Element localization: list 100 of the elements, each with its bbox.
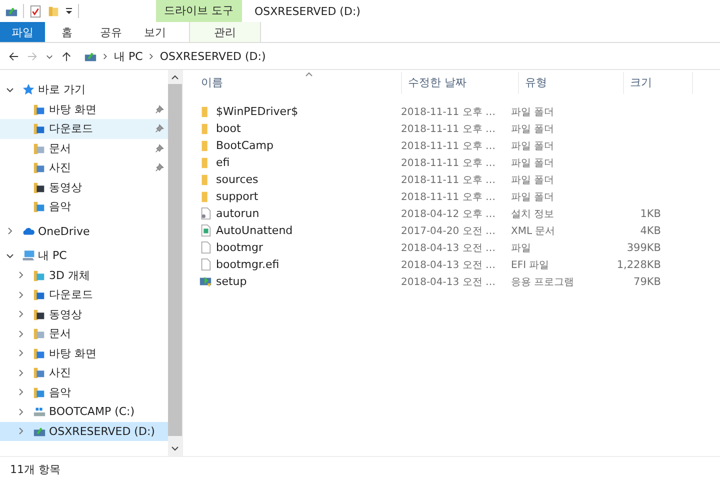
chevron-down-icon[interactable] [46,52,53,60]
scroll-up-icon[interactable] [171,74,179,80]
nav-tree-label: 바탕 화면 [49,346,96,361]
folder-icon [33,327,46,340]
xml-file-icon [199,224,212,237]
file-name[interactable]: BootCamp [216,139,274,152]
file-type: 파일 폴더 [510,174,556,186]
nav-tree-label: 3D 개체 [49,268,90,283]
file-name[interactable]: efi [216,156,230,169]
file-type: 파일 폴더 [510,190,556,204]
file-name[interactable]: support [216,190,258,203]
file-type: 응용 프로그램 [510,276,576,288]
column-header[interactable]: 유형 [519,72,624,94]
nav-tree-item[interactable]: OSXRESERVED (D:) [0,422,168,441]
modified-date: 2018-11-11 오후 … [400,140,496,152]
chevron-right-icon[interactable] [17,388,25,396]
file-name[interactable]: autorun [216,207,260,220]
breadcrumb-item[interactable]: OSXRESERVED (D:) [160,50,266,62]
nav-tree-item[interactable]: 내 PC [0,246,168,266]
chevron-right-icon[interactable] [17,310,25,318]
nav-tree-item[interactable]: 사진 [0,158,168,178]
nav-tree-item[interactable]: BOOTCAMP (C:) [0,402,168,422]
nav-tree-item[interactable]: 다운로드 [0,285,168,304]
file-type: 파일 폴더 [510,122,556,136]
nav-tree-item[interactable]: OneDrive [0,222,168,241]
column-header[interactable]: 수정한 날짜 [402,72,519,94]
folder-icon [33,142,46,155]
nav-tree-item[interactable]: 바탕 화면 [0,100,168,119]
file-name[interactable]: sources [216,173,258,186]
nav-tree-label: 문서 [49,326,71,342]
chevron-right-icon[interactable] [17,290,25,299]
drive-icon [33,405,46,418]
chevron-right-icon[interactable] [17,368,25,377]
nav-tree-item[interactable]: 음악 [0,197,168,216]
nav-tree-item[interactable]: 바탕 화면 [0,344,168,363]
nav-tree-item[interactable]: 바로 가기 [0,80,168,100]
context-group-label: 드라이브 도구 [156,0,242,22]
nav-tree-label: 바로 가기 [38,82,86,98]
file-name[interactable]: bootmgr [216,241,263,254]
column-header[interactable]: 이름 [195,72,402,94]
file-name[interactable]: $WinPEDriver$ [216,105,298,118]
item-count: 11개 항목 [10,462,60,476]
nav-tree-label: 동영상 [49,180,82,195]
chevron-right-icon[interactable] [17,330,25,338]
dropdown-icon[interactable] [65,7,73,15]
modified-date: 2018-11-11 오후 … [400,190,496,204]
nav-tree-item[interactable]: 사진 [0,363,168,382]
file-size: 1KB [640,208,661,220]
file-type: 설치 정보 [510,208,556,220]
chevron-right-icon[interactable] [6,227,14,236]
modified-date: 2018-04-12 오후 … [400,208,496,220]
nav-tree-label: 음악 [49,199,71,214]
folder-icon [33,346,46,360]
file-tab[interactable]: 파일 [0,22,45,42]
modified-date: 2017-04-20 오전 … [400,224,496,238]
nav-tree-item[interactable]: 3D 개체 [0,266,168,285]
up-arrow-icon[interactable] [61,50,72,62]
file-name[interactable]: boot [216,122,241,135]
ribbon-tab[interactable]: 관리 [189,22,261,42]
nav-tree-item[interactable]: 문서 [0,138,168,158]
modified-date: 2018-11-11 오후 … [400,174,496,186]
nav-tree-item[interactable]: 다운로드 [0,119,168,138]
file-size: 1,228KB [616,258,661,270]
file-size: 399KB [626,242,661,254]
chevron-down-icon[interactable] [6,86,14,94]
folder-icon [33,386,46,399]
chevron-right-icon[interactable] [17,427,25,436]
sort-up-icon [305,72,313,77]
nav-tree-item[interactable]: 동영상 [0,178,168,197]
folder-icon [33,268,46,282]
folder-icon [33,180,46,194]
chevron-right-icon[interactable] [17,349,25,358]
properties-icon[interactable] [29,4,42,18]
computer-icon [22,249,35,262]
nav-tree-item[interactable]: 음악 [0,382,168,402]
nav-tree-label: BOOTCAMP (C:) [49,405,135,418]
chevron-right-icon[interactable] [17,408,25,416]
chevron-down-icon[interactable] [6,252,14,260]
nav-tree-label: 음악 [49,384,71,400]
nav-tree-label: 다운로드 [49,121,93,136]
breadcrumb-item[interactable]: 내 PC [114,48,143,64]
file-name[interactable]: bootmgr.efi [216,258,280,271]
chevron-right-icon[interactable] [17,271,25,280]
folder-icon [33,122,46,136]
file-type: 파일 폴더 [510,156,556,170]
file-size: 79KB [634,276,661,288]
file-type: XML 문서 [510,224,556,238]
nav-tree-label: OSXRESERVED (D:) [49,424,155,438]
nav-tree-item[interactable]: 동영상 [0,304,168,324]
back-arrow-icon[interactable] [8,50,19,62]
file-name[interactable]: setup [216,275,247,288]
file-type: 파일 [510,242,532,254]
column-header[interactable]: 크기 [624,72,693,94]
file-name[interactable]: AutoUnattend [216,224,293,237]
nav-tree-item[interactable]: 문서 [0,324,168,344]
nav-tree-label: 사진 [49,160,71,176]
scroll-down-icon[interactable] [171,446,179,452]
chevron-right-icon [103,52,108,60]
file-icon [199,241,212,254]
address-bar[interactable]: 내 PC OSXRESERVED (D:) [80,46,720,66]
